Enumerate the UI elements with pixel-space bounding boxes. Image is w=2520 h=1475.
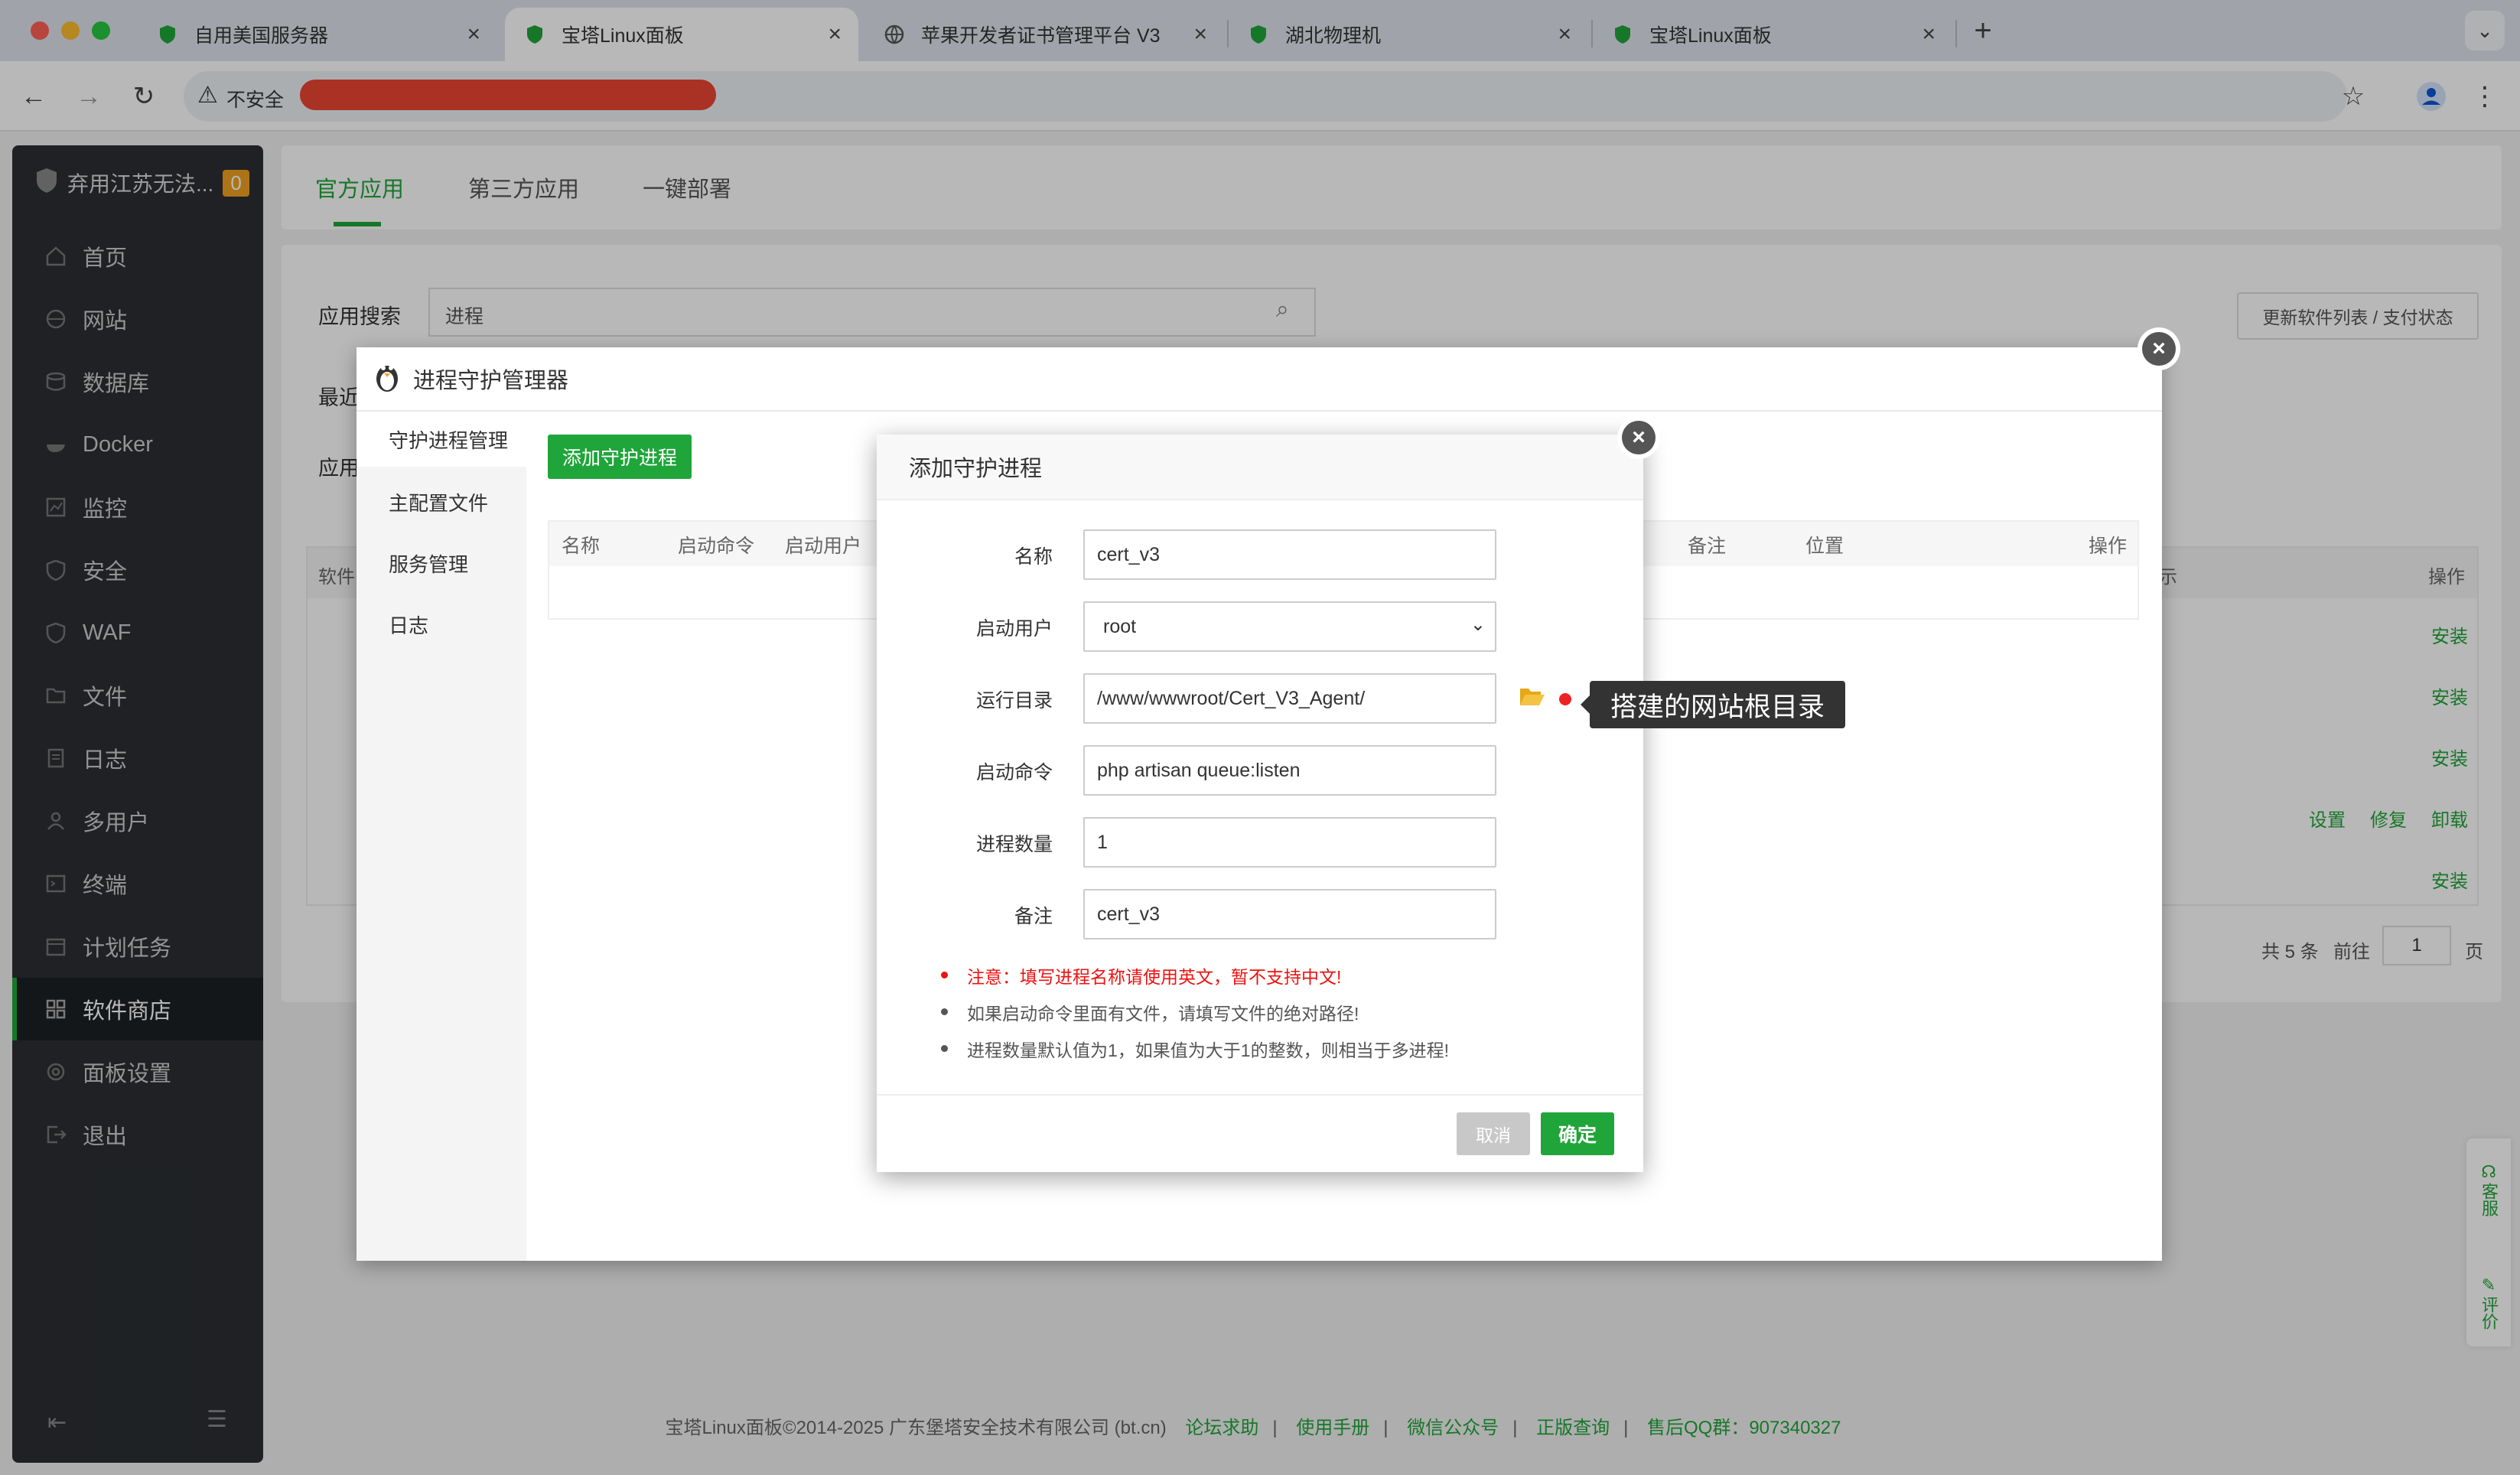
add-daemon-dialog: 添加守护进程 名称 cert_v3 启动用户 root ⌄ 运行目录 /www/w… (877, 435, 1643, 1172)
user-label: 启动用户 (975, 618, 1053, 640)
menu-daemon-manage[interactable]: 守护进程管理 (357, 412, 526, 467)
col-user: 启动用户 (785, 536, 862, 557)
menu-main-config[interactable]: 主配置文件 (389, 488, 488, 516)
cmd-input[interactable]: php artisan queue:listen (1083, 745, 1496, 796)
process-manager-header: 进程守护管理器 (357, 347, 2162, 412)
remark-input[interactable]: cert_v3 (1083, 889, 1496, 939)
remark-label: 备注 (1014, 906, 1053, 927)
menu-logs[interactable]: 日志 (389, 611, 428, 639)
name-label: 名称 (1014, 546, 1053, 568)
close-process-manager-button[interactable]: × (2137, 327, 2180, 370)
close-icon: × (1622, 421, 1656, 454)
count-label: 进程数量 (975, 834, 1053, 855)
dialog-title: 添加守护进程 (877, 435, 1643, 500)
field-row-name: 名称 cert_v3 (877, 529, 1643, 580)
col-actions: 操作 (2089, 536, 2128, 557)
dialog-notes: 注意：填写进程名称请使用英文，暂不支持中文! 如果启动命令里面有文件，请填写文件… (941, 962, 1630, 1073)
dir-tooltip: 搭建的网站根目录 (1581, 681, 1845, 728)
add-daemon-button[interactable]: 添加守护进程 (548, 435, 692, 479)
cancel-button[interactable]: 取消 (1457, 1112, 1530, 1155)
note-item: 进程数量默认值为1，如果值为大于1的整数，则相当于多进程! (941, 1036, 1630, 1073)
col-remark: 备注 (1688, 536, 1727, 557)
col-command: 启动命令 (678, 536, 755, 557)
dir-input[interactable]: /www/wwwroot/Cert_V3_Agent/ (1083, 673, 1496, 724)
dialog-footer-divider (877, 1094, 1643, 1096)
field-row-dir: 运行目录 /www/wwwroot/Cert_V3_Agent/ (877, 673, 1643, 724)
tux-icon (373, 359, 401, 399)
field-row-count: 进程数量 1 (877, 817, 1643, 868)
cmd-label: 启动命令 (975, 762, 1053, 783)
dir-label: 运行目录 (975, 690, 1053, 711)
col-name: 名称 (562, 536, 601, 557)
menu-service-manage[interactable]: 服务管理 (389, 549, 468, 578)
process-manager-title: 进程守护管理器 (413, 369, 569, 393)
name-input[interactable]: cert_v3 (1083, 529, 1496, 580)
confirm-button[interactable]: 确定 (1541, 1112, 1614, 1155)
note-item: 如果启动命令里面有文件，请填写文件的绝对路径! (941, 999, 1630, 1036)
chevron-down-icon: ⌄ (1470, 614, 1486, 635)
process-manager-menu: 守护进程管理 主配置文件 服务管理 日志 (357, 412, 526, 1261)
note-item: 注意：填写进程名称请使用英文，暂不支持中文! (941, 962, 1630, 999)
close-dialog-button[interactable]: × (1617, 416, 1660, 459)
close-icon: × (2142, 332, 2176, 366)
field-row-user: 启动用户 root ⌄ (877, 601, 1643, 652)
col-location: 位置 (1805, 536, 1844, 557)
folder-open-icon[interactable] (1519, 685, 1545, 711)
count-input[interactable]: 1 (1083, 817, 1496, 868)
user-select[interactable]: root ⌄ (1083, 601, 1496, 652)
red-dot-marker (1559, 693, 1571, 705)
field-row-remark: 备注 cert_v3 (877, 889, 1643, 939)
field-row-cmd: 启动命令 php artisan queue:listen (877, 745, 1643, 796)
